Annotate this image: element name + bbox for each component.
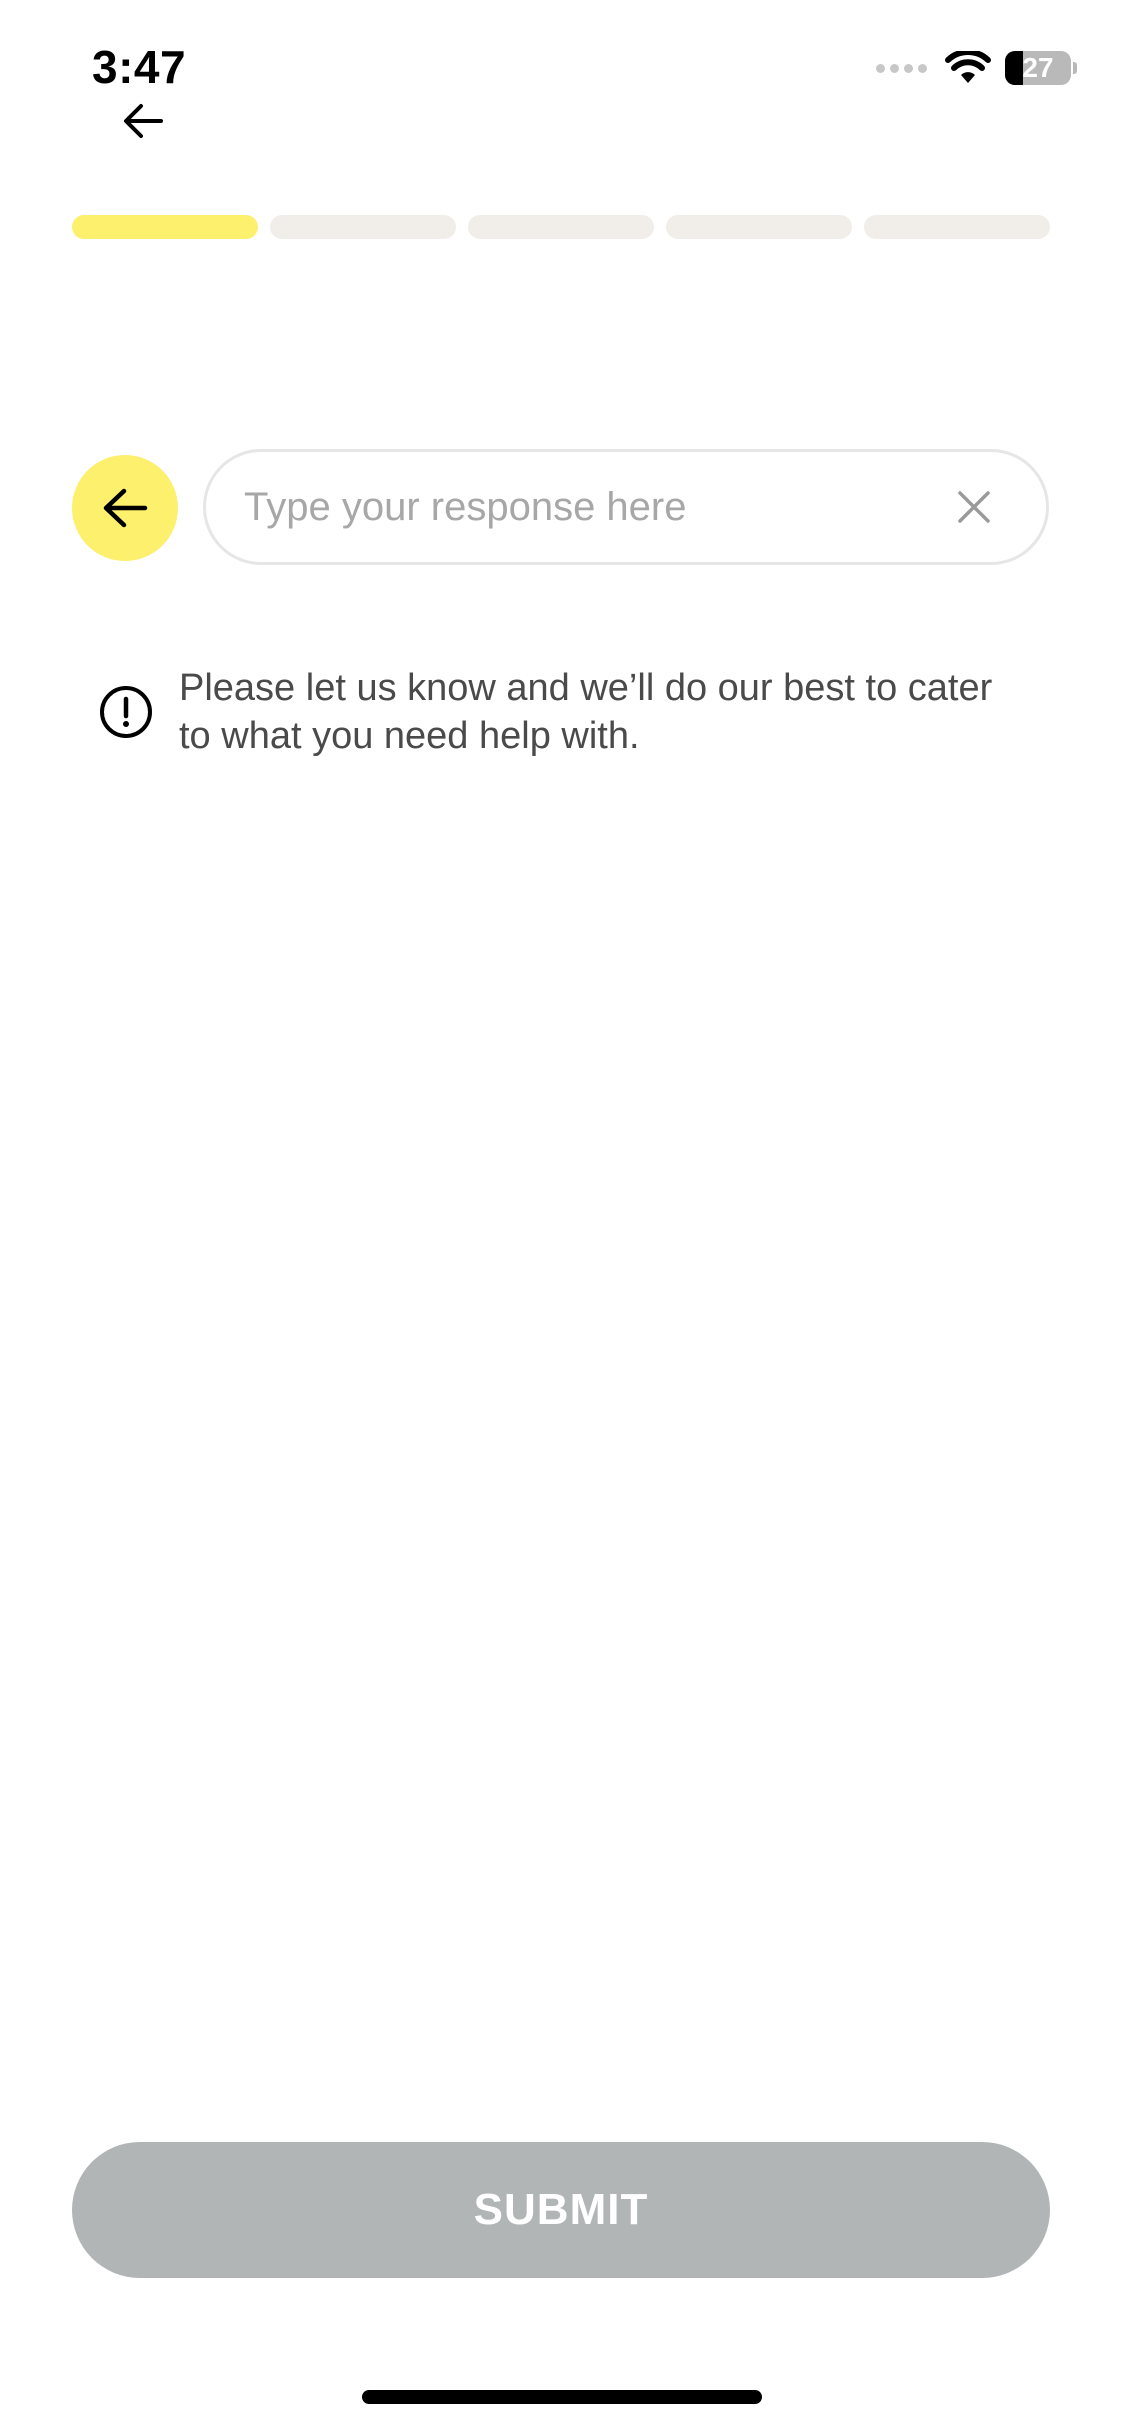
back-button[interactable] — [118, 98, 168, 144]
progress-segment — [666, 215, 852, 239]
status-time: 3:47 — [92, 41, 187, 93]
cellular-signal-icon — [876, 63, 927, 73]
previous-button[interactable] — [72, 455, 178, 561]
arrow-left-icon — [124, 104, 163, 138]
close-icon — [958, 491, 990, 523]
wifi-icon — [945, 51, 991, 83]
response-input-container — [203, 449, 1049, 565]
status-bar-right: 27 — [876, 48, 1077, 88]
home-indicator — [362, 2390, 762, 2404]
progress-segment — [72, 215, 258, 239]
submit-button[interactable]: SUBMIT — [72, 2142, 1050, 2278]
progress-segment — [864, 215, 1050, 239]
battery-cap — [1073, 62, 1077, 74]
exclamation-circle-icon — [100, 686, 152, 738]
battery-icon: 27 — [1005, 51, 1071, 85]
info-message: Please let us know and we’ll do our best… — [179, 667, 993, 757]
arrow-left-icon — [103, 488, 148, 528]
progress-segment — [270, 215, 456, 239]
clear-button[interactable] — [954, 487, 994, 527]
response-input[interactable] — [242, 483, 926, 531]
battery-percent: 27 — [1022, 52, 1054, 83]
step-progress-bar — [72, 215, 1050, 239]
progress-segment — [468, 215, 654, 239]
